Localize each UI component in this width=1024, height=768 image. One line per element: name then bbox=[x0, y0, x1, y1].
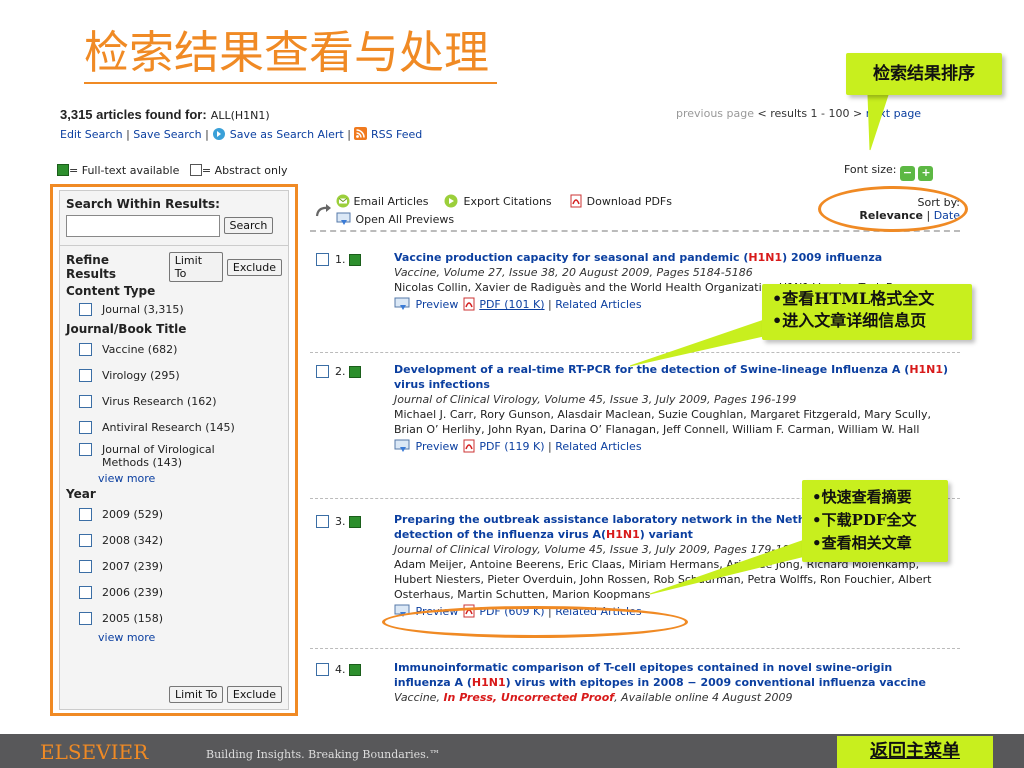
callout-line: •下载PDF全文 bbox=[812, 511, 917, 529]
elsevier-logo: ELSEVIER bbox=[40, 740, 149, 764]
html-callout: •查看HTML格式全文 •进入文章详细信息页 bbox=[762, 284, 972, 340]
callout-pointers bbox=[629, 94, 889, 595]
callout-line: •查看HTML格式全文 bbox=[772, 289, 935, 308]
footer-tagline: Building Insights. Breaking Boundaries.™ bbox=[206, 748, 441, 761]
back-to-main-menu-button[interactable]: 返回主菜单 bbox=[837, 736, 993, 768]
preview-callout: •快速查看摘要 •下载PDF全文 •查看相关文章 bbox=[802, 480, 948, 562]
sort-pointer bbox=[867, 94, 889, 151]
callout-line: •快速查看摘要 bbox=[812, 488, 912, 506]
sort-callout: 检索结果排序 bbox=[846, 53, 1002, 95]
callout-line: •查看相关文章 bbox=[812, 534, 912, 552]
callout-line: •进入文章详细信息页 bbox=[772, 311, 927, 330]
